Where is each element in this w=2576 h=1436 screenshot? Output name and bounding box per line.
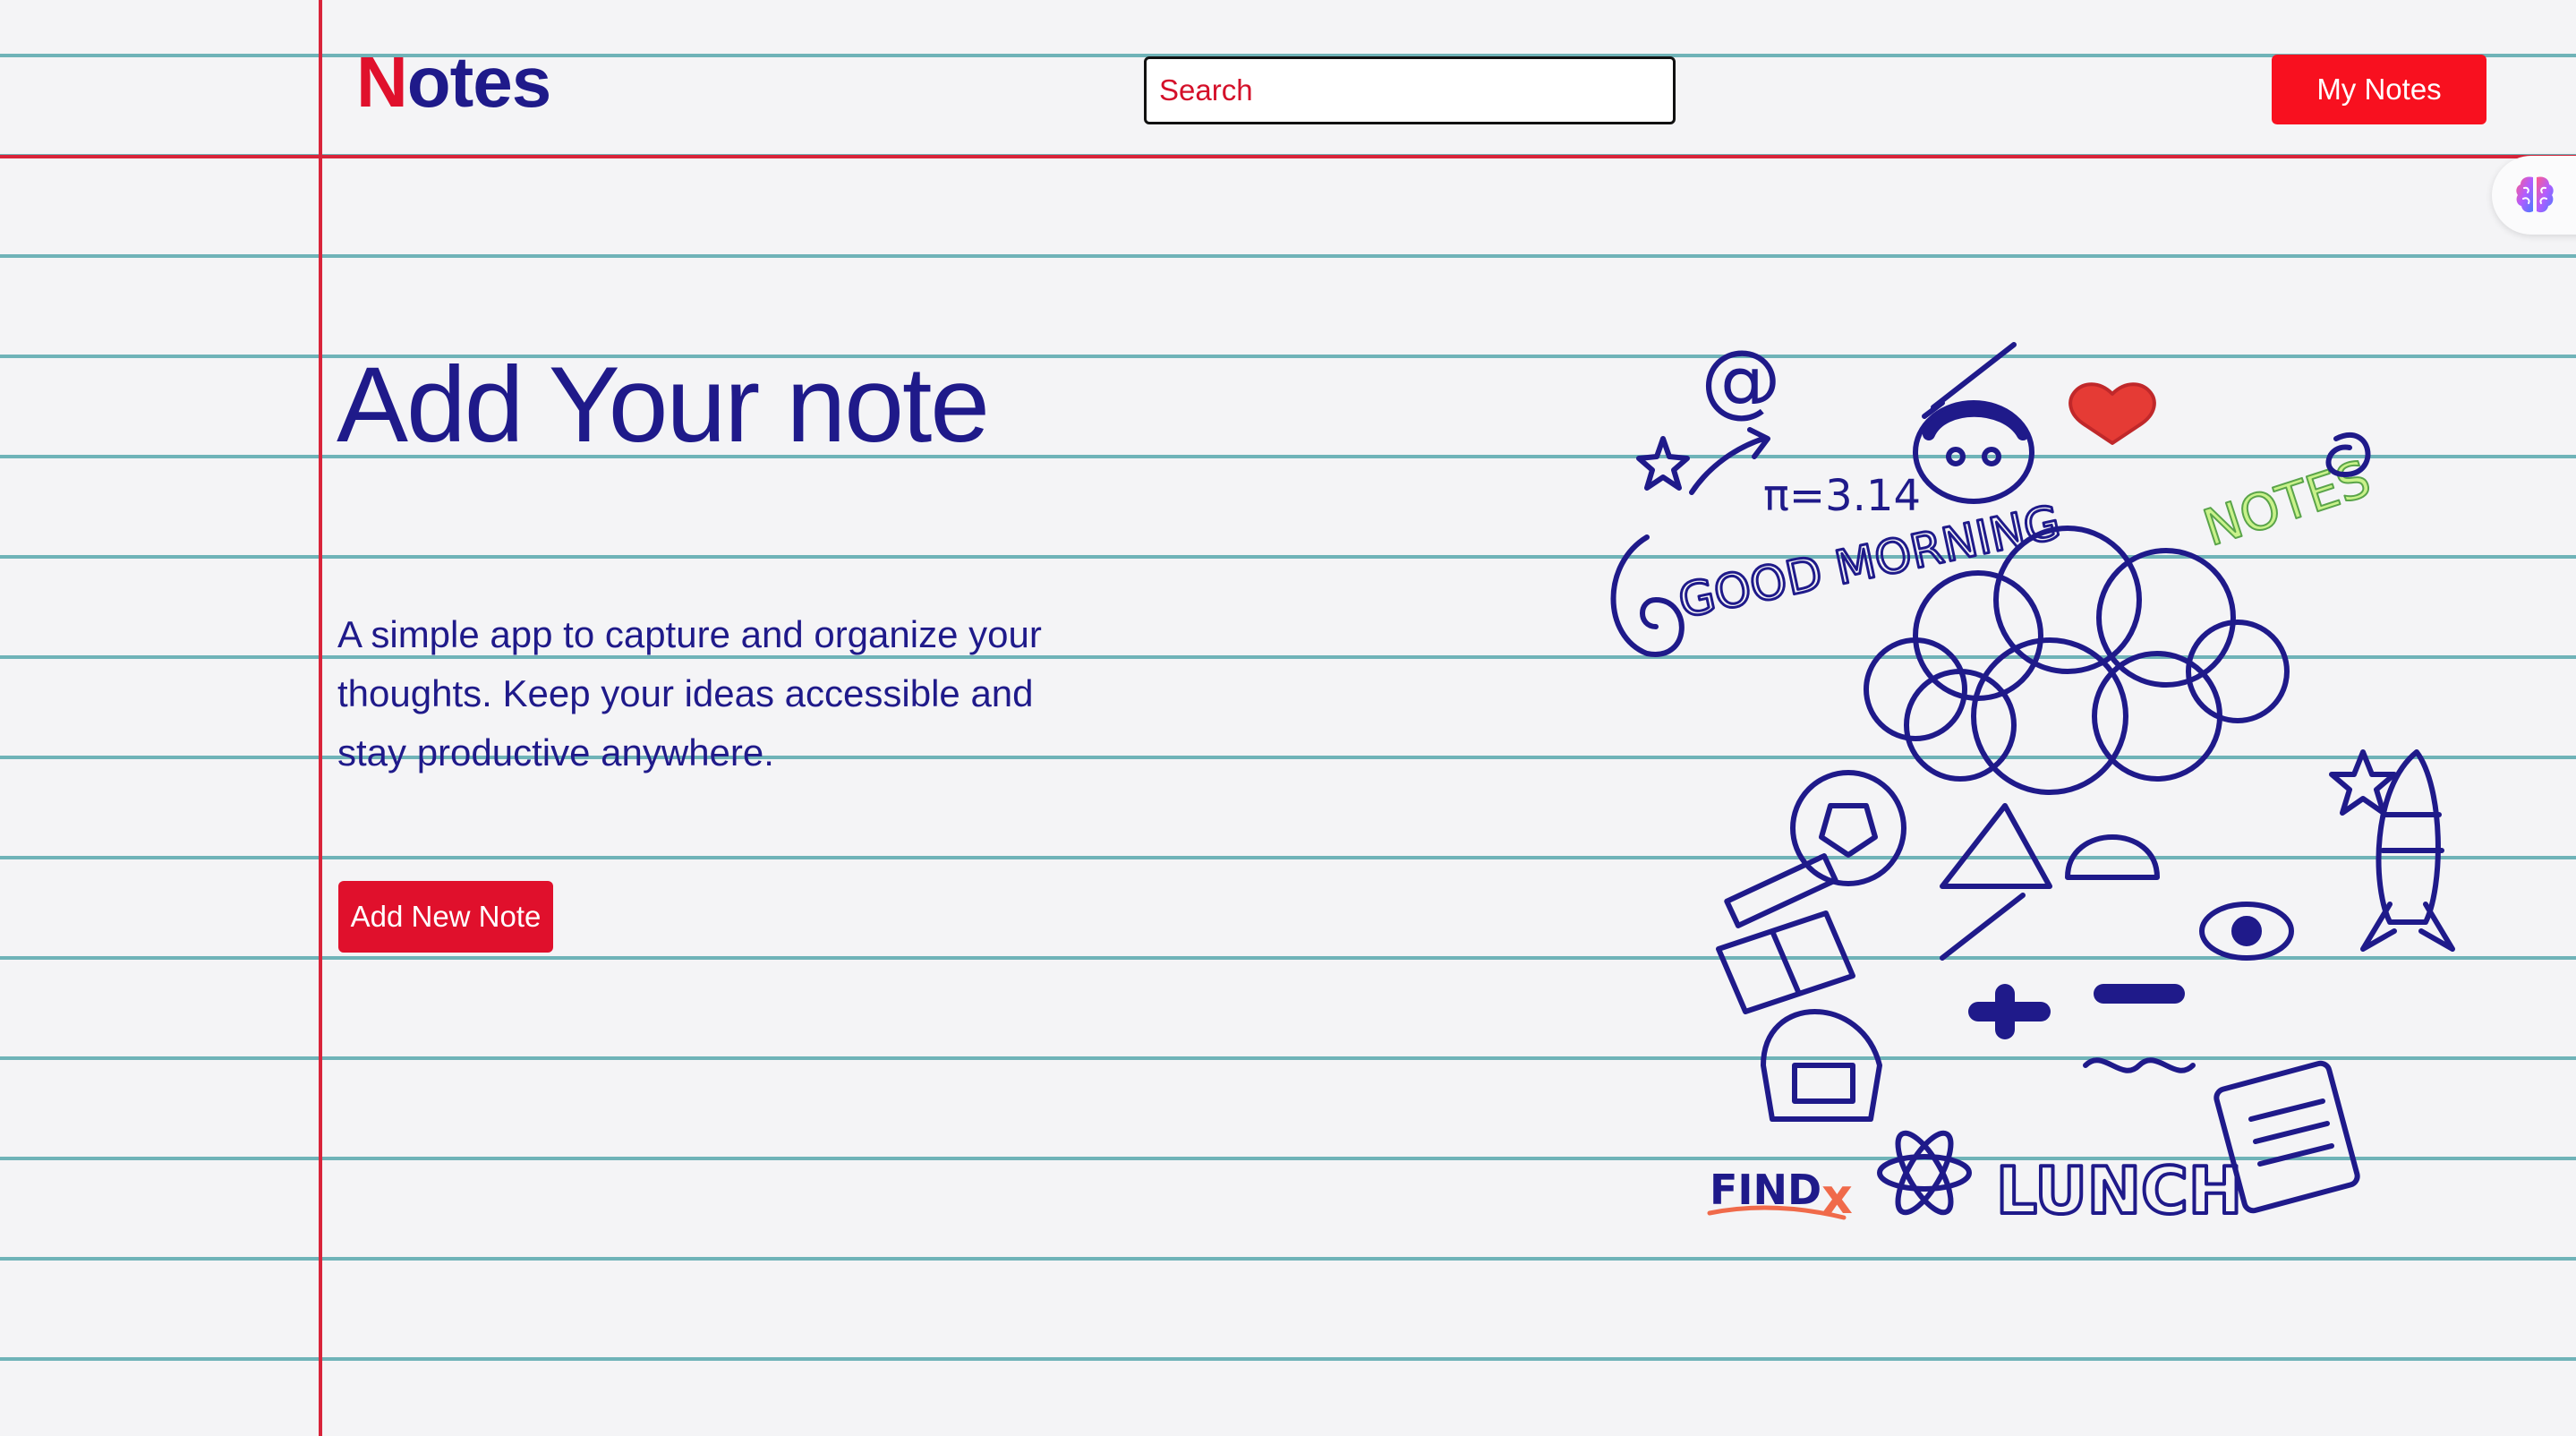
backpack-doodle bbox=[1761, 1009, 1882, 1122]
plus-sign bbox=[1968, 984, 2051, 1039]
squiggle-doodle bbox=[2083, 1057, 2196, 1073]
arrow-doodle bbox=[1689, 427, 1770, 495]
app-logo[interactable]: Notes bbox=[356, 47, 551, 118]
search-input[interactable] bbox=[1144, 56, 1676, 124]
page-title: Add Your note bbox=[337, 345, 990, 465]
header-divider bbox=[0, 155, 2576, 158]
lunch-doodle: LUNCH bbox=[1996, 1153, 2242, 1228]
brain-icon bbox=[2516, 176, 2554, 213]
eye-doodle bbox=[2199, 902, 2294, 961]
add-new-note-button[interactable]: Add New Note bbox=[338, 881, 553, 953]
my-notes-button[interactable]: My Notes bbox=[2272, 55, 2486, 124]
pi-doodle: π=3.14 bbox=[1763, 471, 1921, 521]
hero-description: A simple app to capture and organize you… bbox=[337, 613, 1042, 774]
at-sign-doodle: @ bbox=[1701, 333, 1781, 427]
protractor-doodle bbox=[2065, 834, 2160, 880]
star-small-doodle bbox=[1636, 436, 1690, 491]
triangle-doodle bbox=[1940, 803, 2052, 889]
pencil-doodle-2 bbox=[1940, 893, 2026, 961]
ball-doodle bbox=[1790, 770, 1906, 886]
swirl-doodle bbox=[1610, 534, 1685, 657]
margin-line bbox=[319, 0, 322, 1436]
logo-first-letter: N bbox=[356, 42, 408, 122]
rocket-doodle bbox=[2360, 749, 2455, 952]
atom-doodle bbox=[1877, 1130, 1972, 1216]
assistant-extension-tab[interactable] bbox=[2492, 156, 2576, 235]
doodle-illustration: @ π=3.14 GOOD MORNING NOTES FIND x LUNCH bbox=[1610, 333, 2455, 1230]
heart-doodle bbox=[2068, 382, 2156, 445]
face-doodle bbox=[1913, 400, 2034, 504]
notes-doodle: NOTES bbox=[2196, 449, 2377, 558]
logo-rest: otes bbox=[406, 42, 551, 122]
